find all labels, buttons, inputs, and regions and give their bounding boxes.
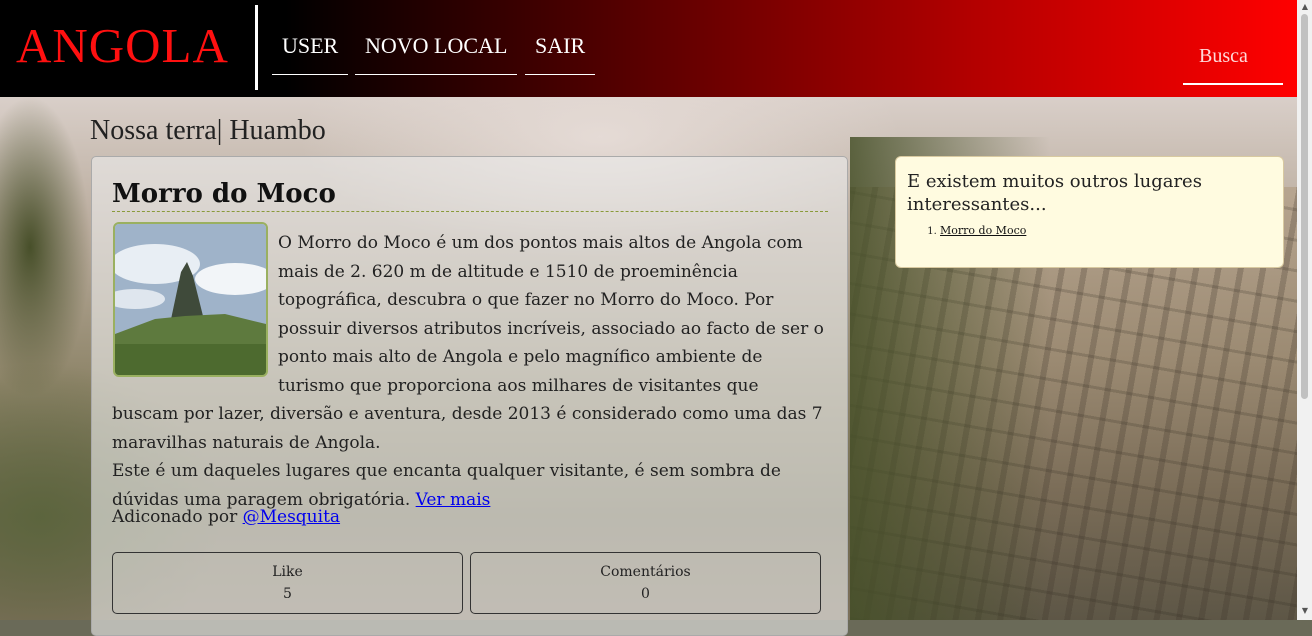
top-header: ANGOLA USER NOVO LOCAL SAIR xyxy=(0,0,1297,97)
other-places-panel: E existem muitos outros lugares interess… xyxy=(895,156,1284,268)
added-by-label: Adiconado por xyxy=(112,507,238,527)
like-label: Like xyxy=(272,564,303,580)
search-input[interactable] xyxy=(1183,30,1283,85)
brand-divider xyxy=(255,5,258,90)
place-link[interactable]: Morro do Moco xyxy=(940,224,1026,237)
comments-label: Comentários xyxy=(600,564,691,580)
read-more-link[interactable]: Ver mais xyxy=(416,490,491,510)
added-by: Adiconado por @Mesquita xyxy=(112,507,340,527)
scroll-up-icon[interactable]: ▲ xyxy=(1300,2,1310,12)
author-link[interactable]: @Mesquita xyxy=(243,507,340,527)
nav-novo-local[interactable]: NOVO LOCAL xyxy=(355,26,518,75)
page-title: Nossa terra| Huambo xyxy=(90,115,326,146)
other-places-title: E existem muitos outros lugares interess… xyxy=(907,171,1202,215)
other-places-list: Morro do Moco xyxy=(926,224,1026,237)
scroll-thumb[interactable] xyxy=(1301,14,1308,399)
list-item: Morro do Moco xyxy=(940,224,1026,237)
scroll-down-icon[interactable]: ▼ xyxy=(1300,606,1310,616)
comments-button[interactable]: Comentários 0 xyxy=(470,552,821,614)
nav-sair[interactable]: SAIR xyxy=(525,26,596,75)
brand-logo[interactable]: ANGOLA xyxy=(16,18,229,74)
comments-count: 0 xyxy=(641,586,650,602)
like-button[interactable]: Like 5 xyxy=(112,552,463,614)
post-title: Morro do Moco xyxy=(112,179,828,212)
like-count: 5 xyxy=(283,586,292,602)
nav-user[interactable]: USER xyxy=(272,26,349,75)
post-thumbnail xyxy=(113,222,268,377)
post-card: Morro do Moco O Morro do Moco é um dos p… xyxy=(91,156,848,636)
